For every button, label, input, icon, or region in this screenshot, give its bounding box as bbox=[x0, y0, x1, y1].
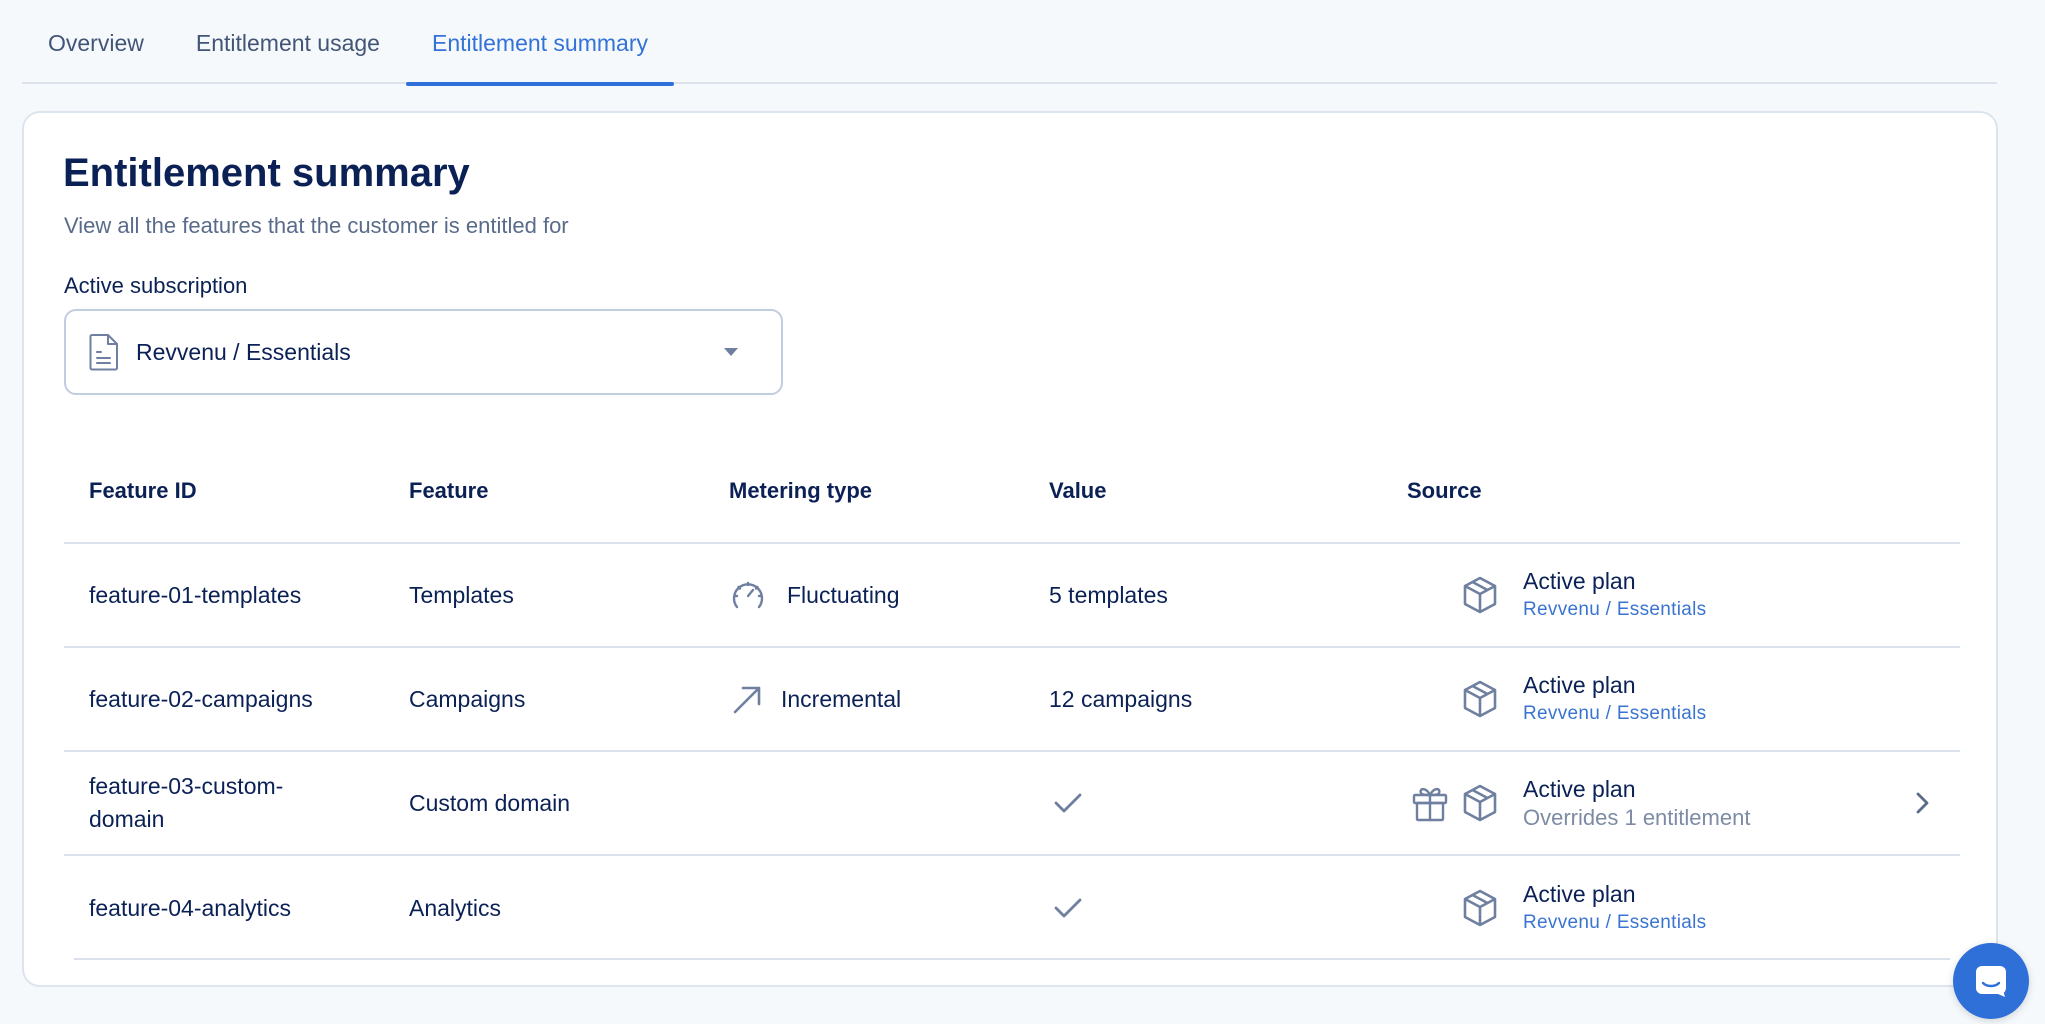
header-feature-id: Feature ID bbox=[89, 478, 197, 503]
tab-entitlement-summary[interactable]: Entitlement summary bbox=[405, 0, 675, 86]
table-row[interactable]: feature-04-analytics Analytics Active pl… bbox=[64, 856, 1960, 960]
package-icon bbox=[1461, 888, 1499, 928]
table-row[interactable]: feature-01-templates Templates Fluctuati… bbox=[64, 544, 1960, 648]
table-row[interactable]: feature-03-custom- domain Custom domain bbox=[64, 752, 1960, 856]
value-cell bbox=[1049, 896, 1369, 920]
feature-cell: Custom domain bbox=[409, 789, 571, 816]
package-icon bbox=[1461, 679, 1499, 719]
table-header: Feature ID Feature Metering type Value S… bbox=[64, 440, 1960, 544]
gift-icon bbox=[1411, 783, 1449, 823]
source-title: Active plan bbox=[1523, 672, 1636, 698]
chevron-right-icon[interactable] bbox=[1909, 790, 1935, 816]
header-value: Value bbox=[1049, 478, 1107, 503]
page-title: Entitlement summary bbox=[63, 151, 470, 195]
feature-cell: Campaigns bbox=[409, 685, 526, 712]
chat-launcher-button[interactable] bbox=[1953, 943, 2029, 1019]
tab-entitlement-usage[interactable]: Entitlement usage bbox=[170, 0, 406, 84]
metering-type-label: Fluctuating bbox=[787, 581, 900, 608]
subscription-select-value: Revvenu / Essentials bbox=[136, 338, 351, 365]
source-title: Active plan bbox=[1523, 881, 1636, 907]
source-cell: Active plan Revvenu / Essentials bbox=[1407, 566, 1907, 624]
subscription-label: Active subscription bbox=[64, 273, 248, 298]
metering-type-cell: Fluctuating bbox=[729, 576, 1049, 614]
package-icon bbox=[1461, 783, 1499, 823]
check-icon bbox=[1053, 791, 1083, 815]
source-cell: Active plan Revvenu / Essentials bbox=[1407, 670, 1907, 728]
feature-id-cell: feature-03-custom- domain bbox=[89, 770, 389, 836]
header-metering-type: Metering type bbox=[729, 478, 873, 503]
subscription-select[interactable]: Revvenu / Essentials bbox=[64, 309, 783, 395]
header-source: Source bbox=[1407, 478, 1482, 503]
source-cell: Active plan Overrides 1 entitlement bbox=[1407, 774, 1907, 832]
entitlement-summary-card: Entitlement summary View all the feature… bbox=[22, 111, 1998, 987]
feature-id-cell: feature-04-analytics bbox=[89, 894, 291, 921]
value-cell: 5 templates bbox=[1049, 581, 1168, 608]
caret-down-icon bbox=[721, 346, 741, 358]
metering-type-cell: Incremental bbox=[729, 680, 1049, 718]
source-override-note: Overrides 1 entitlement bbox=[1523, 805, 1751, 830]
metering-type-label: Incremental bbox=[781, 685, 902, 712]
entitlement-table: Feature ID Feature Metering type Value S… bbox=[64, 440, 1960, 960]
value-cell: 12 campaigns bbox=[1049, 685, 1193, 712]
feature-cell: Templates bbox=[409, 581, 514, 608]
feature-id-cell: feature-02-campaigns bbox=[89, 685, 313, 712]
chat-icon bbox=[1973, 963, 2009, 999]
document-icon bbox=[88, 333, 120, 371]
header-feature: Feature bbox=[409, 478, 489, 503]
feature-cell: Analytics bbox=[409, 894, 502, 921]
source-title: Active plan bbox=[1523, 776, 1636, 802]
feature-id-line: feature-03-custom- bbox=[89, 773, 284, 799]
tab-overview[interactable]: Overview bbox=[22, 0, 170, 84]
tab-bar: Overview Entitlement usage Entitlement s… bbox=[22, 0, 1997, 86]
arrow-up-right-icon bbox=[729, 680, 767, 718]
feature-id-cell: feature-01-templates bbox=[89, 581, 302, 608]
speedometer-icon bbox=[729, 576, 767, 614]
table-row[interactable]: feature-02-campaigns Campaigns Increment… bbox=[64, 648, 1960, 752]
page-subtitle: View all the features that the customer … bbox=[64, 213, 569, 238]
check-icon bbox=[1053, 896, 1083, 920]
value-cell bbox=[1049, 791, 1369, 815]
source-link[interactable]: Revvenu / Essentials bbox=[1523, 909, 1706, 937]
source-cell: Active plan Revvenu / Essentials bbox=[1407, 879, 1907, 937]
source-title: Active plan bbox=[1523, 568, 1636, 594]
package-icon bbox=[1461, 575, 1499, 615]
feature-id-line: domain bbox=[89, 806, 165, 832]
source-link[interactable]: Revvenu / Essentials bbox=[1523, 596, 1706, 624]
source-link[interactable]: Revvenu / Essentials bbox=[1523, 700, 1706, 728]
